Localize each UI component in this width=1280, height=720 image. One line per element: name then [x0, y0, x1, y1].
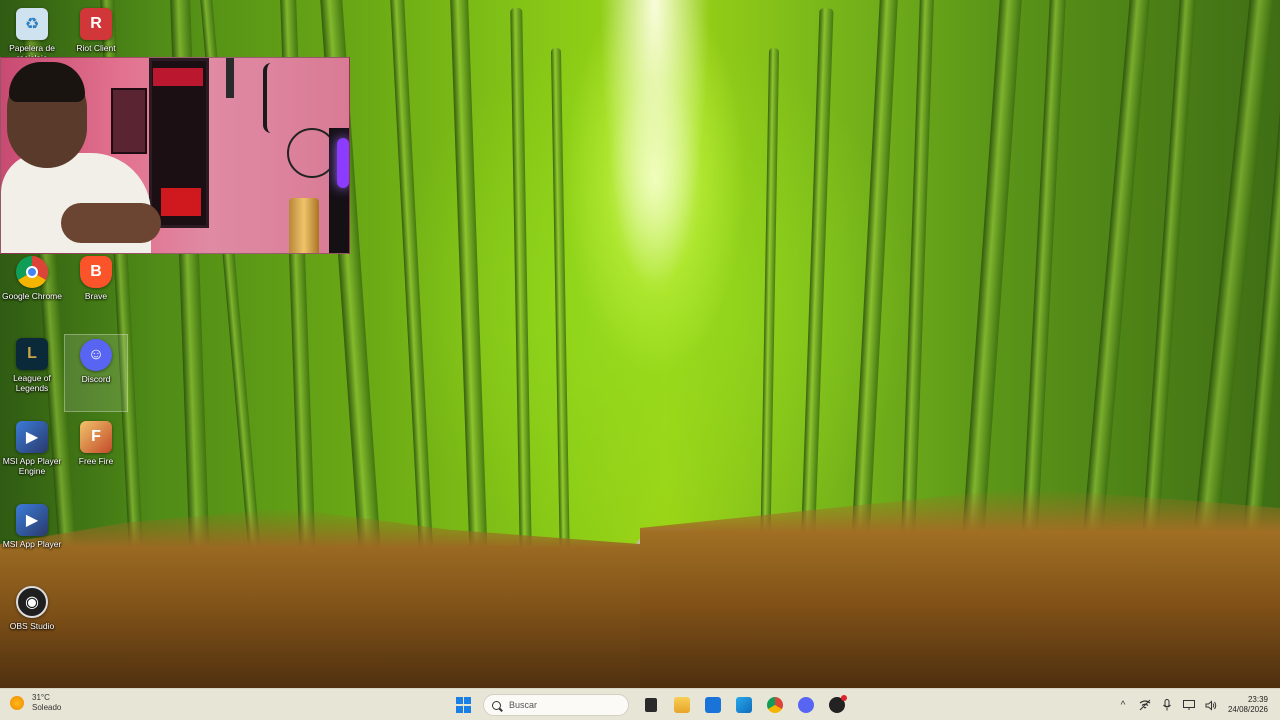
taskbar-center: Buscar — [448, 692, 852, 718]
grass-left — [0, 508, 640, 688]
icon-label: Brave — [84, 291, 108, 301]
cam-led-strip — [153, 68, 203, 86]
cam-can — [289, 198, 319, 253]
microphone-icon[interactable] — [1157, 695, 1177, 715]
system-tray: ^ 23:39 24/08/2026 — [1112, 693, 1280, 717]
icon-label: League of Legends — [13, 373, 51, 393]
search-icon — [492, 700, 501, 710]
riot-app-icon — [828, 695, 847, 713]
free-fire-icon: F — [80, 421, 112, 453]
icon-label: OBS Studio — [9, 621, 55, 631]
bamboo-stalk — [960, 0, 1029, 569]
riot-taskbar-button[interactable] — [824, 692, 850, 718]
chrome-icon — [16, 256, 48, 288]
grass-right — [640, 488, 1280, 688]
sun-icon — [10, 696, 24, 710]
cam-pc-light — [337, 138, 349, 188]
bamboo-stalk — [448, 0, 488, 569]
chrome-taskbar-button[interactable] — [762, 692, 788, 718]
clock-date: 24/08/2026 — [1227, 705, 1268, 714]
desktop-icon-obs-studio[interactable]: ◉ OBS Studio — [0, 582, 64, 660]
display-icon[interactable] — [1179, 695, 1199, 715]
sunlight-glow — [600, 0, 710, 300]
webcam-overlay — [0, 57, 350, 254]
riot-client-icon: R — [80, 8, 112, 40]
icon-label: MSI App Player Engine — [2, 456, 62, 476]
chrome-icon — [766, 697, 783, 713]
recycle-bin-icon: ♻ — [16, 8, 48, 40]
cam-person-hair — [9, 62, 85, 102]
cam-cable — [226, 58, 234, 98]
brave-icon: B — [80, 256, 112, 288]
icon-label: MSI App Player — [2, 539, 62, 549]
task-view-button[interactable] — [638, 692, 664, 718]
league-of-legends-icon: L — [16, 338, 48, 370]
weather-description: Soleado — [32, 703, 62, 712]
network-icon[interactable] — [1135, 695, 1155, 715]
bamboo-stalk — [760, 47, 780, 569]
windows-icon — [455, 697, 472, 713]
outlook-icon — [735, 697, 752, 713]
volume-icon[interactable] — [1201, 695, 1221, 715]
msi-app-player-icon: ▶ — [16, 504, 48, 536]
taskbar: 31°C Soleado Buscar ^ 23:39 24/08/2026 — [0, 688, 1280, 720]
discord-taskbar-button[interactable] — [793, 692, 819, 718]
bamboo-stalk — [386, 0, 434, 569]
weather-temperature: 31°C — [32, 693, 50, 702]
clock-time: 23:39 — [1247, 695, 1268, 704]
file-explorer-icon — [673, 697, 690, 713]
obs-studio-icon: ◉ — [16, 586, 48, 618]
start-button[interactable] — [451, 692, 477, 718]
discord-icon — [797, 697, 814, 713]
icon-label: Discord — [81, 374, 111, 384]
show-hidden-icons-chevron-icon[interactable]: ^ — [1113, 695, 1133, 715]
bamboo-stalk — [850, 0, 901, 569]
bamboo-stalk — [550, 47, 570, 569]
clock[interactable]: 23:39 24/08/2026 — [1228, 695, 1268, 715]
bamboo-stalk — [1020, 0, 1070, 569]
cam-person-arm — [61, 203, 161, 243]
desktop-icon-google-chrome[interactable]: Google Chrome — [0, 252, 64, 330]
cam-headphones — [263, 63, 281, 133]
desktop-icon-msi-app-player[interactable]: ▶ MSI App Player — [0, 500, 64, 578]
bamboo-stalk — [900, 0, 937, 569]
weather-widget[interactable]: 31°C Soleado — [10, 693, 61, 713]
discord-icon: ☺ — [80, 339, 112, 371]
bamboo-stalk — [1140, 0, 1201, 569]
taskbar-search[interactable]: Buscar — [483, 694, 629, 716]
microsoft-store-button[interactable] — [700, 692, 726, 718]
file-explorer-button[interactable] — [669, 692, 695, 718]
microsoft-store-icon — [704, 697, 721, 713]
icon-label: Free Fire — [78, 456, 114, 466]
cam-red-light — [161, 188, 201, 216]
cam-poster — [111, 88, 147, 154]
outlook-button[interactable] — [731, 692, 757, 718]
search-placeholder: Buscar — [509, 700, 538, 710]
bamboo-stalk — [510, 7, 532, 569]
task-view-icon — [644, 698, 657, 712]
weather-text: 31°C Soleado — [32, 693, 61, 713]
icon-label: Riot Client — [76, 43, 116, 53]
desktop-icon-league-of-legends[interactable]: L League of Legends — [0, 334, 64, 412]
icon-label: Google Chrome — [1, 291, 62, 301]
bamboo-stalk — [800, 8, 834, 569]
desktop-icon-free-fire[interactable]: F Free Fire — [64, 417, 128, 495]
desktop-icon-msi-app-player-engine[interactable]: ▶ MSI App Player Engine — [0, 417, 64, 495]
desktop-icon-discord[interactable]: ☺ Discord — [64, 334, 128, 412]
msi-app-player-engine-icon: ▶ — [16, 421, 48, 453]
desktop-icon-brave[interactable]: B Brave — [64, 252, 128, 330]
